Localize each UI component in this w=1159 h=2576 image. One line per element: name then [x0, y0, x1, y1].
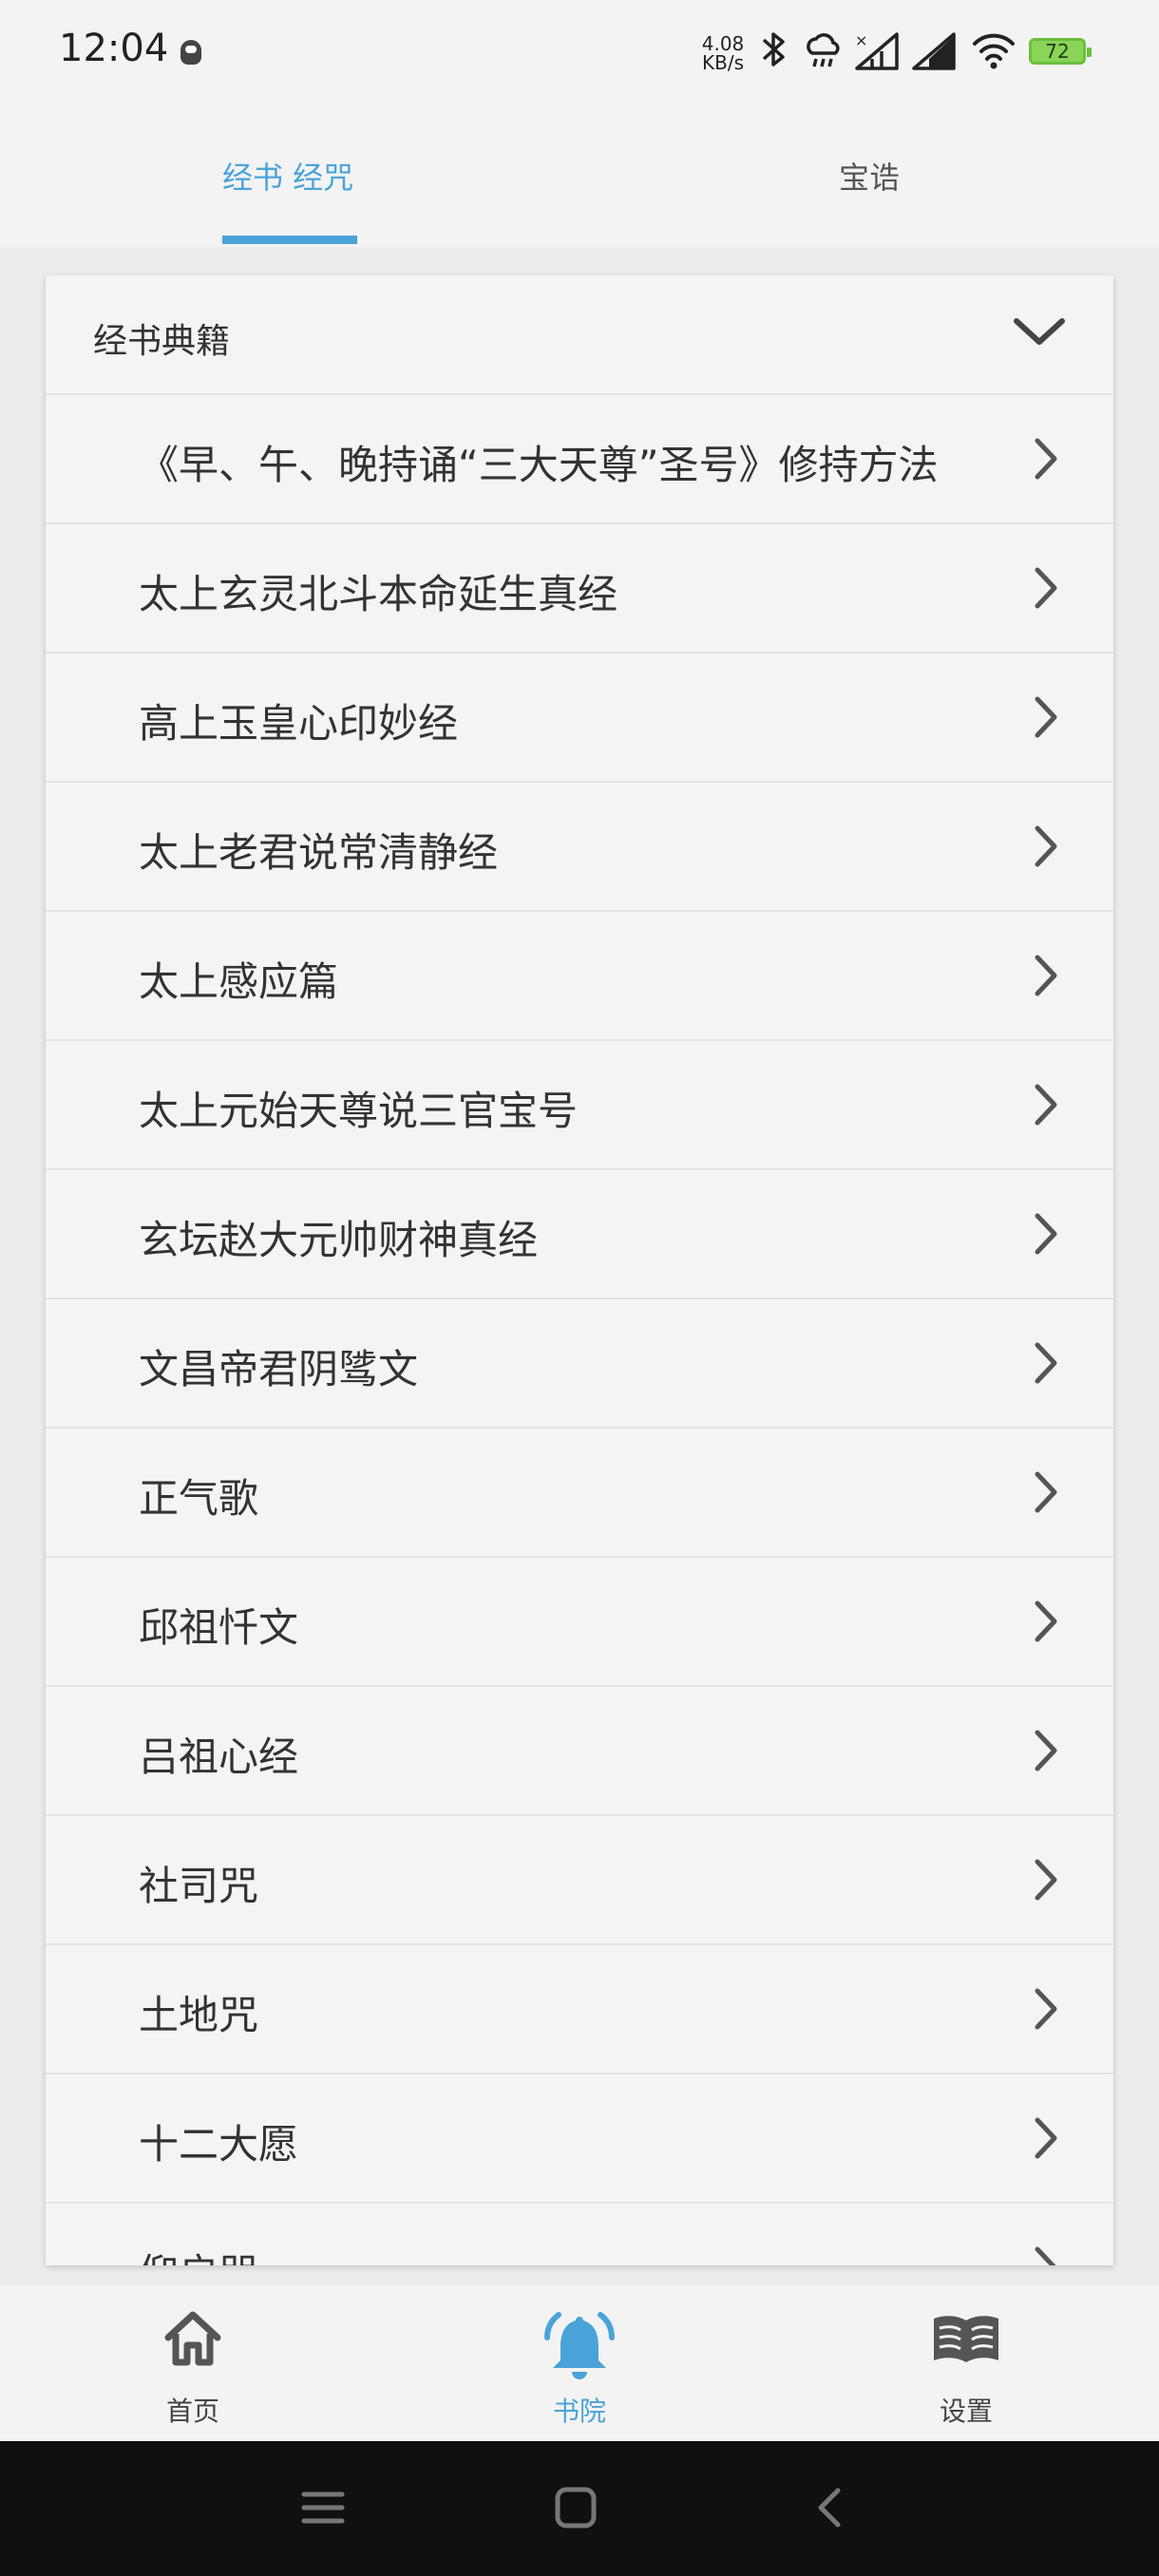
- svg-text:×: ×: [855, 31, 867, 49]
- list-item-label: 邱祖忏文: [139, 1604, 299, 1651]
- chevron-right-icon: [1035, 955, 1057, 996]
- list-item[interactable]: 邱祖忏文: [46, 1558, 1113, 1687]
- tab-scriptures[interactable]: 经书 经咒: [222, 154, 353, 198]
- nav-settings[interactable]: 设置: [852, 2284, 1080, 2441]
- list-item[interactable]: 高上玉皇心印妙经: [46, 653, 1113, 783]
- list-item-label: 吕祖心经: [139, 1733, 299, 1780]
- bell-icon: [544, 2312, 615, 2379]
- list-item-label: 玄坛赵大元帅财神真经: [139, 1217, 539, 1263]
- list-item-label: 仰启咒: [139, 2242, 258, 2265]
- list-item[interactable]: 社司咒: [46, 1816, 1113, 1945]
- list-item-label: 高上玉皇心印妙经: [139, 700, 459, 747]
- list-item-label: 十二大愿: [139, 2121, 299, 2168]
- cloud-rain-icon: [807, 33, 840, 67]
- list-item[interactable]: 太上元始天尊说三官宝号: [46, 1041, 1113, 1170]
- signal-icon: [912, 32, 956, 70]
- list-item[interactable]: 土地咒: [46, 1945, 1113, 2074]
- chevron-right-icon: [1035, 1213, 1057, 1255]
- menu-icon[interactable]: [300, 2485, 346, 2530]
- status-time: 12:04: [59, 27, 169, 70]
- list-item[interactable]: 玄坛赵大元帅财神真经: [46, 1170, 1113, 1299]
- chevron-right-icon: [1035, 825, 1057, 867]
- chevron-right-icon: [1035, 1859, 1057, 1901]
- chevron-right-icon: [1035, 1988, 1057, 2030]
- list-item[interactable]: 十二大愿: [46, 2074, 1113, 2204]
- battery-icon: 72: [1029, 38, 1092, 65]
- section-header[interactable]: 经书典籍: [46, 275, 1113, 395]
- chevron-right-icon: [1035, 1084, 1057, 1126]
- nav-academy[interactable]: 书院: [466, 2284, 694, 2441]
- home-icon: [164, 2311, 221, 2366]
- battery-level: 72: [1045, 40, 1070, 63]
- back-icon[interactable]: [808, 2485, 853, 2530]
- chevron-right-icon: [1035, 2117, 1057, 2159]
- list-item-label: 《早、午、晚持诵“三大天尊”圣号》修持方法: [139, 442, 939, 488]
- list-item[interactable]: 太上玄灵北斗本命延生真经: [46, 524, 1113, 653]
- list-item[interactable]: 文昌帝君阴骘文: [46, 1299, 1113, 1429]
- nav-academy-label: 书院: [552, 2396, 606, 2427]
- list-item-label: 土地咒: [139, 1992, 259, 2038]
- list-item[interactable]: 仰启咒: [46, 2204, 1113, 2265]
- chevron-right-icon: [1035, 1471, 1057, 1513]
- signal-icon: ×: [855, 31, 899, 70]
- chevron-right-icon: [1035, 696, 1057, 738]
- scripture-card: 经书典籍 《早、午、晚持诵“三大天尊”圣号》修持方法 太上玄灵北斗本命延生真经 高上…: [46, 275, 1113, 2265]
- chevron-right-icon: [1035, 1601, 1057, 1642]
- nav-settings-label: 设置: [939, 2396, 993, 2427]
- book-icon: [934, 2316, 998, 2362]
- list-item[interactable]: 太上感应篇: [46, 912, 1113, 1041]
- list-item[interactable]: 《早、午、晚持诵“三大天尊”圣号》修持方法: [46, 395, 1113, 524]
- nav-home-label: 首页: [165, 2396, 219, 2427]
- list-item-label: 正气歌: [139, 1475, 259, 1522]
- bottom-nav: 首页 书院 设置: [0, 2284, 1159, 2441]
- home-square-icon[interactable]: [553, 2485, 598, 2530]
- chevron-right-icon: [1035, 1342, 1057, 1384]
- bluetooth-icon: [762, 32, 785, 66]
- chevron-down-icon[interactable]: [1011, 310, 1068, 351]
- list-item-label: 太上感应篇: [139, 958, 339, 1005]
- wifi-icon: [973, 33, 1015, 69]
- tab-indicator: [222, 236, 357, 244]
- chevron-right-icon: [1035, 2246, 1056, 2265]
- list-item[interactable]: 吕祖心经: [46, 1687, 1113, 1816]
- top-tab-bar: 经书 经咒 宝诰: [0, 104, 1159, 247]
- system-nav-bar: [0, 2441, 1159, 2576]
- list-item-label: 太上老君说常清静经: [139, 829, 499, 876]
- list-item-label: 太上元始天尊说三官宝号: [139, 1088, 579, 1134]
- list-item-label: 太上玄灵北斗本命延生真经: [139, 571, 618, 617]
- chevron-right-icon: [1035, 438, 1057, 480]
- tab-baogao[interactable]: 宝诰: [839, 154, 900, 198]
- net-speed-value: 4.08: [701, 32, 745, 55]
- list-item[interactable]: 太上老君说常清静经: [46, 783, 1113, 912]
- qq-icon: [180, 40, 201, 65]
- net-speed-unit: KB/s: [702, 51, 744, 74]
- list-item[interactable]: 正气歌: [46, 1429, 1113, 1558]
- chevron-right-icon: [1035, 567, 1057, 609]
- status-bar: 12:04 4.08 KB/s × 72: [0, 0, 1159, 104]
- list-item-label: 文昌帝君阴骘文: [139, 1346, 419, 1392]
- list-item-label: 社司咒: [139, 1863, 259, 1909]
- net-speed: 4.08 KB/s: [698, 34, 748, 72]
- nav-home[interactable]: 首页: [79, 2284, 307, 2441]
- chevron-right-icon: [1035, 1730, 1057, 1771]
- scripture-list: 《早、午、晚持诵“三大天尊”圣号》修持方法 太上玄灵北斗本命延生真经 高上玉皇心印妙…: [46, 395, 1113, 2265]
- section-title: 经书典籍: [93, 322, 231, 361]
